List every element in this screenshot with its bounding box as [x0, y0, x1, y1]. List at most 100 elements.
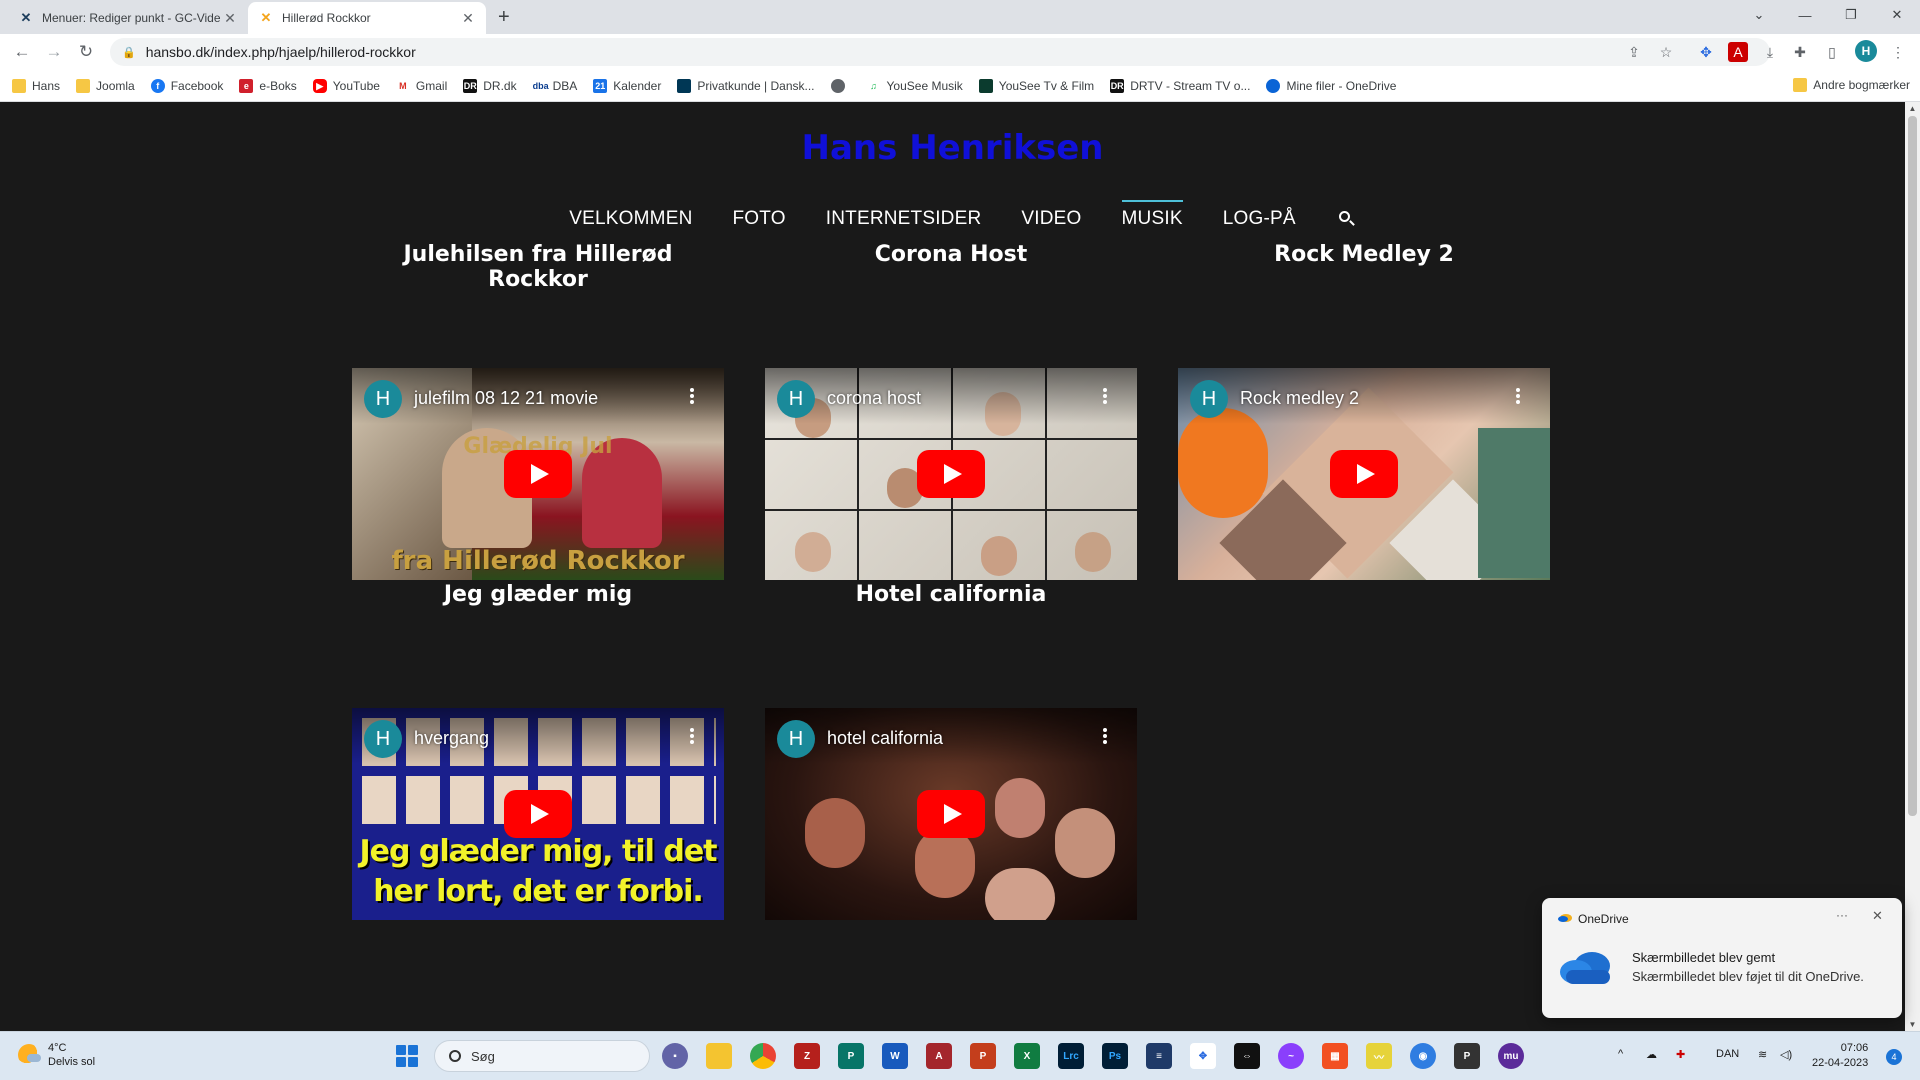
nav-item-foto[interactable]: FOTO: [733, 202, 786, 236]
nav-item-internetsider[interactable]: INTERNETSIDER: [826, 202, 982, 236]
channel-avatar[interactable]: H: [364, 380, 402, 418]
bookmark-star-icon[interactable]: ☆: [1656, 42, 1676, 62]
channel-avatar[interactable]: H: [777, 720, 815, 758]
more-options-icon[interactable]: ···: [1836, 908, 1848, 922]
file-explorer-icon[interactable]: [706, 1043, 732, 1069]
extension-icon[interactable]: ✥: [1696, 42, 1716, 62]
play-button[interactable]: [504, 450, 572, 498]
site-title[interactable]: Hans Henriksen: [0, 128, 1905, 168]
volume-icon[interactable]: ◁): [1780, 1048, 1792, 1061]
more-options-icon[interactable]: [690, 388, 694, 404]
word-icon[interactable]: W: [882, 1043, 908, 1069]
other-bookmarks[interactable]: Andre bogmærker: [1793, 78, 1910, 92]
video-embed-julehilsen[interactable]: Glædelig Jul fra Hillerød Rockkor H jule…: [352, 368, 724, 580]
side-panel-icon[interactable]: ▯: [1822, 42, 1842, 62]
teamviewer-icon[interactable]: ⇔: [1234, 1043, 1260, 1069]
pdf-app-icon[interactable]: P: [1454, 1043, 1480, 1069]
nav-item-velkommen[interactable]: VELKOMMEN: [569, 202, 692, 236]
onedrive-tray-icon[interactable]: ☁: [1646, 1048, 1657, 1061]
search-icon[interactable]: [1338, 210, 1356, 228]
clock[interactable]: 07:06 22-04-2023: [1812, 1041, 1868, 1071]
restore-button[interactable]: ❐: [1828, 0, 1874, 30]
bookmark-dr[interactable]: DR DR.dk: [463, 78, 517, 93]
extension-app-icon[interactable]: ✥: [1190, 1043, 1216, 1069]
more-options-icon[interactable]: [690, 728, 694, 744]
tab-search-icon[interactable]: ⌄: [1736, 0, 1782, 30]
channel-avatar[interactable]: H: [777, 380, 815, 418]
show-hidden-icons-icon[interactable]: ^: [1618, 1048, 1623, 1060]
nav-item-musik[interactable]: MUSIK: [1121, 200, 1183, 236]
nav-item-video[interactable]: VIDEO: [1021, 202, 1081, 236]
video-title[interactable]: julefilm 08 12 21 movie: [414, 388, 598, 409]
menu-icon[interactable]: ⋮: [1888, 42, 1908, 62]
play-button[interactable]: [917, 450, 985, 498]
close-icon[interactable]: ✕: [1872, 908, 1883, 924]
minimize-button[interactable]: —: [1782, 0, 1828, 30]
bookmark-youtube[interactable]: ▶ YouTube: [312, 78, 380, 93]
tray-app-icon[interactable]: ✚: [1676, 1048, 1685, 1061]
close-tab-icon[interactable]: ✕: [460, 10, 476, 27]
bookmark-gmail[interactable]: M Gmail: [395, 78, 447, 93]
play-button[interactable]: [504, 790, 572, 838]
video-embed-corona-host[interactable]: H corona host: [765, 368, 1137, 580]
video-embed-hotel-california[interactable]: H hotel california: [765, 708, 1137, 920]
taskbar-search[interactable]: Søg: [434, 1040, 650, 1072]
messenger-icon[interactable]: ~: [1278, 1043, 1304, 1069]
play-button[interactable]: [1330, 450, 1398, 498]
publisher-icon[interactable]: P: [838, 1043, 864, 1069]
video-embed-jeg-glaeder-mig[interactable]: Jeg glæder mig, til det her lort, det er…: [352, 708, 724, 920]
filezilla-icon[interactable]: Z: [794, 1043, 820, 1069]
chrome-icon[interactable]: [750, 1043, 776, 1069]
video-title[interactable]: hvergang: [414, 728, 489, 749]
lightroom-icon[interactable]: Lrc: [1058, 1043, 1084, 1069]
download-icon[interactable]: ⤓: [1760, 42, 1780, 62]
photoshop-icon[interactable]: Ps: [1102, 1043, 1128, 1069]
bookmark-facebook[interactable]: f Facebook: [150, 78, 223, 93]
share-icon[interactable]: ⇪: [1624, 42, 1644, 62]
nav-item-log-pa[interactable]: LOG-PÅ: [1223, 202, 1296, 236]
bookmark-yousee-tv[interactable]: YouSee Tv & Film: [978, 78, 1094, 93]
forward-button[interactable]: →: [40, 38, 68, 66]
bookmark-hans[interactable]: Hans: [12, 78, 60, 93]
more-options-icon[interactable]: [1516, 388, 1520, 404]
video-title[interactable]: Rock medley 2: [1240, 388, 1359, 409]
bookmark-onedrive[interactable]: Mine filer - OneDrive: [1266, 78, 1396, 93]
video-embed-rock-medley-2[interactable]: H Rock medley 2: [1178, 368, 1550, 580]
more-options-icon[interactable]: [1103, 728, 1107, 744]
settings-app-icon[interactable]: ≡: [1146, 1043, 1172, 1069]
tab-joomla-menu[interactable]: ✕ Menuer: Rediger punkt - GC-Vide ✕: [8, 2, 248, 34]
pdf-extension-icon[interactable]: A: [1728, 42, 1748, 62]
bookmark-privatkunde[interactable]: Privatkunde | Dansk...: [677, 78, 815, 93]
bookmark-yousee-musik[interactable]: ♫ YouSee Musik: [866, 78, 963, 93]
onedrive-notification[interactable]: OneDrive ··· ✕ Skærmbilledet blev gemt S…: [1542, 898, 1902, 1018]
back-button[interactable]: ←: [8, 38, 36, 66]
new-tab-button[interactable]: +: [498, 6, 510, 29]
play-button[interactable]: [917, 790, 985, 838]
bookmark-eboks[interactable]: e e-Boks: [239, 78, 297, 93]
bookmark-globe[interactable]: [830, 78, 851, 93]
bookmark-drtv[interactable]: DR DRTV - Stream TV o...: [1110, 78, 1250, 93]
close-window-button[interactable]: ✕: [1874, 0, 1920, 30]
bookmark-dba[interactable]: dba DBA: [532, 78, 577, 93]
video-title[interactable]: hotel california: [827, 728, 943, 749]
powerpoint-icon[interactable]: P: [970, 1043, 996, 1069]
tab-hillerod-rockkor[interactable]: ✕ Hillerød Rockkor ✕: [248, 2, 486, 34]
scroll-up-icon[interactable]: ▲: [1905, 104, 1920, 113]
scroll-down-icon[interactable]: ▼: [1905, 1020, 1920, 1029]
profile-avatar[interactable]: H: [1855, 40, 1877, 62]
close-tab-icon[interactable]: ✕: [222, 10, 238, 27]
bookmark-joomla[interactable]: Joomla: [76, 78, 135, 93]
wifi-icon[interactable]: ≋: [1758, 1048, 1767, 1061]
extensions-puzzle-icon[interactable]: ✚: [1790, 42, 1810, 62]
access-icon[interactable]: A: [926, 1043, 952, 1069]
mu-app-icon[interactable]: mu: [1498, 1043, 1524, 1069]
reload-button[interactable]: ↻: [72, 38, 100, 66]
channel-avatar[interactable]: H: [1190, 380, 1228, 418]
channel-avatar[interactable]: H: [364, 720, 402, 758]
excel-icon[interactable]: X: [1014, 1043, 1040, 1069]
language-indicator[interactable]: DAN: [1716, 1048, 1739, 1060]
start-button[interactable]: [396, 1045, 418, 1067]
scrollbar-thumb[interactable]: [1908, 116, 1917, 816]
video-title[interactable]: corona host: [827, 388, 921, 409]
teams-icon[interactable]: ▪: [662, 1043, 688, 1069]
